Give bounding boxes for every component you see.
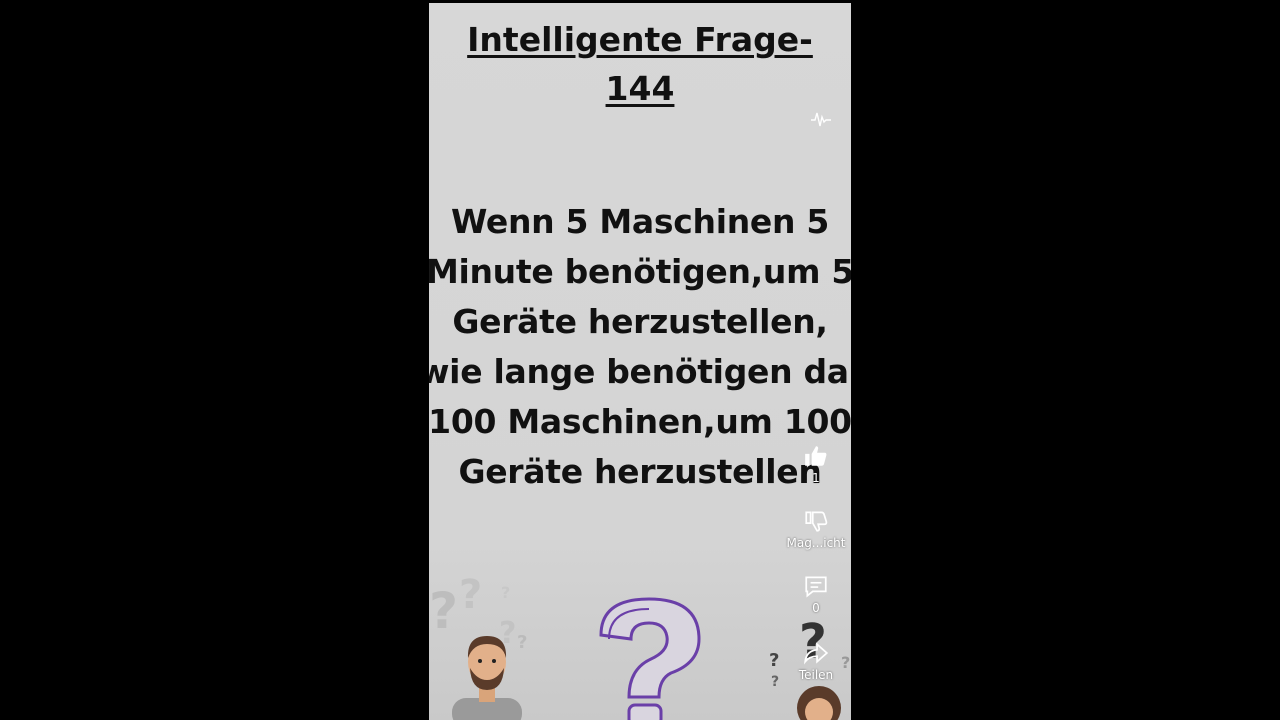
comment-button[interactable]: 0: [776, 573, 851, 615]
share-icon: [804, 642, 829, 665]
comment-icon: [805, 576, 827, 598]
dislike-label: Mag...icht: [786, 536, 846, 550]
like-button[interactable]: 1: [776, 443, 851, 485]
question-line: Minute benötigen,um 5: [429, 252, 851, 291]
question-line: 100 Maschinen,um 100: [429, 402, 851, 441]
dislike-button[interactable]: Mag...icht: [776, 508, 851, 550]
question-line: Wenn 5 Maschinen 5: [450, 202, 830, 241]
question-line: Geräte herzustellen,: [452, 302, 828, 341]
share-button[interactable]: Teilen: [776, 640, 851, 682]
video-title-line1: Intelligente Frage-: [467, 20, 813, 59]
question-line: wie lange benötigen dann: [429, 352, 851, 391]
cartoon-man-illustration: ?: [452, 632, 527, 720]
question-mark-illustration: [599, 597, 701, 720]
comment-count: 0: [812, 601, 820, 615]
share-label: Teilen: [798, 668, 834, 682]
audio-pulse-icon: [810, 109, 832, 133]
screen: Intelligente Frage- 144 Wenn 5 Maschinen…: [0, 0, 1280, 720]
video-title-line2: 144: [605, 69, 675, 108]
svg-text:?: ?: [459, 572, 482, 618]
thumbs-up-icon: [805, 446, 827, 466]
svg-text:?: ?: [517, 632, 527, 653]
short-video-player[interactable]: Intelligente Frage- 144 Wenn 5 Maschinen…: [429, 3, 851, 720]
svg-text:?: ?: [501, 583, 510, 602]
like-count: 1: [812, 471, 820, 485]
thumbs-down-icon: [805, 511, 828, 532]
